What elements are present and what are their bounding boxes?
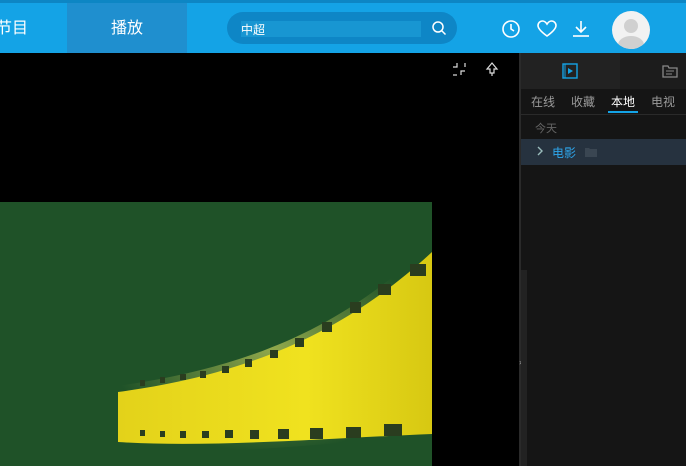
- search-input[interactable]: [241, 21, 421, 37]
- user-avatar[interactable]: [612, 11, 650, 49]
- active-tab-indicator: [608, 111, 638, 113]
- folder-item[interactable]: 电影: [521, 139, 686, 165]
- download-icon[interactable]: [570, 18, 592, 40]
- sidebar-tabs: 在线 收藏 本地 电视: [521, 89, 686, 115]
- tab-local[interactable]: 本地: [611, 93, 635, 110]
- folder-name: 电影: [552, 146, 577, 160]
- search-icon[interactable]: [431, 20, 447, 36]
- film-strip-image: [0, 202, 432, 466]
- favorite-heart-icon[interactable]: [536, 18, 558, 40]
- tab-play-label: 播放: [110, 18, 143, 37]
- tab-tv[interactable]: 电视: [651, 93, 675, 110]
- date-group-label: 今天: [535, 122, 557, 135]
- tab-online[interactable]: 在线: [531, 93, 555, 110]
- sidebar-header: [521, 53, 686, 89]
- sidebar-separator: [521, 114, 686, 115]
- video-frame: [0, 202, 432, 466]
- chevron-right-icon[interactable]: [535, 144, 545, 158]
- folder-icon: [585, 148, 597, 157]
- search-box: [227, 12, 457, 44]
- video-player[interactable]: [0, 53, 519, 466]
- tab-programs-label: 节目: [0, 18, 29, 37]
- pin-icon[interactable]: [484, 61, 500, 77]
- playlist-sidebar: 在线 收藏 本地 电视 今天 电影: [521, 53, 686, 466]
- top-bar: 节目 播放: [0, 0, 686, 53]
- playlist-icon: [562, 63, 578, 79]
- sidebar-scrollbar[interactable]: [521, 270, 527, 466]
- tab-favorites[interactable]: 收藏: [571, 93, 595, 110]
- history-icon[interactable]: [500, 18, 522, 40]
- tab-programs[interactable]: 节目: [0, 3, 63, 53]
- sidebar-tab-playlist[interactable]: [521, 53, 620, 89]
- user-avatar-icon: [618, 19, 644, 49]
- shrink-icon[interactable]: [451, 61, 467, 77]
- tab-play[interactable]: 播放: [67, 3, 187, 53]
- folder-list-icon[interactable]: [661, 62, 679, 80]
